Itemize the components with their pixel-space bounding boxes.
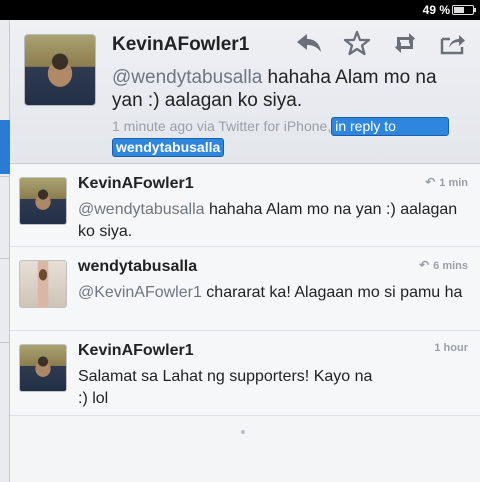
tweet-time-text: 6 mins — [433, 260, 468, 272]
retweet-icon[interactable] — [390, 28, 420, 58]
row-divider — [0, 342, 10, 343]
tweet-username[interactable]: KevinAFowler1 — [78, 175, 194, 193]
reply-icon[interactable] — [294, 28, 324, 58]
tweet-time-text: 1 hour — [434, 342, 468, 354]
favorite-icon[interactable] — [342, 28, 372, 58]
detail-via: via — [196, 118, 215, 134]
tweet-body: Salamat sa Lahat ng supporters! Kayo na … — [78, 368, 373, 407]
detail-mention[interactable]: @wendytabusalla — [112, 67, 262, 88]
avatar[interactable] — [19, 177, 67, 225]
tweet-body: chararat ka! Alagaan mo si pamu ha — [201, 284, 463, 301]
row-divider — [0, 176, 10, 177]
in-reply-to-user[interactable]: wendytabusalla — [112, 138, 225, 157]
list-item[interactable]: KevinAFowler1 1 hour Salamat sa Lahat ng… — [10, 332, 480, 416]
list-item[interactable]: wendytabusalla ↶ 6 mins @KevinAFowler1 ch… — [10, 248, 480, 331]
tweet-username[interactable]: wendytabusalla — [78, 258, 197, 276]
tweet-time: 1 hour — [434, 342, 468, 354]
page-indicator — [241, 430, 245, 434]
background-pane-edge[interactable] — [0, 20, 10, 482]
avatar[interactable] — [19, 344, 67, 392]
tweet-username[interactable]: KevinAFowler1 — [78, 342, 194, 360]
tweet-mention[interactable]: @wendytabusalla — [78, 201, 205, 218]
selected-row-edge — [0, 120, 10, 174]
tweet-text: @wendytabusalla hahaha Alam mo na yan :)… — [78, 199, 468, 243]
reply-indicator-icon: ↶ — [419, 258, 430, 272]
tweet-mention[interactable]: @KevinAFowler1 — [78, 284, 202, 301]
tweet-text: @KevinAFowler1 chararat ka! Alagaan mo s… — [78, 282, 468, 304]
detail-client[interactable]: Twitter for iPhone, — [218, 118, 331, 134]
reply-indicator-icon: ↶ — [425, 175, 436, 189]
in-reply-to-label[interactable]: in reply to — [331, 117, 450, 136]
avatar[interactable] — [19, 260, 67, 308]
tweet-time: ↶ 1 min — [425, 175, 468, 189]
row-divider — [0, 258, 10, 259]
conversation-panel: KevinAFowler1 @wendytabusalla hahaha Ala… — [10, 20, 480, 482]
detail-username[interactable]: KevinAFowler1 — [112, 34, 249, 56]
share-icon[interactable] — [438, 28, 468, 58]
status-bar: 49 % — [0, 0, 480, 20]
detail-tweet-text: @wendytabusalla hahaha Alam mo na yan :)… — [112, 66, 472, 112]
tweet-detail: KevinAFowler1 @wendytabusalla hahaha Ala… — [10, 20, 480, 164]
tweet-time: ↶ 6 mins — [419, 258, 468, 272]
detail-meta: 1 minute ago via Twitter for iPhone, in r… — [112, 116, 472, 157]
battery-percentage: 49 % — [422, 3, 450, 17]
battery-level — [454, 7, 464, 13]
detail-time: 1 minute ago — [112, 118, 193, 134]
tweet-text: Salamat sa Lahat ng supporters! Kayo na … — [78, 366, 378, 410]
tweet-actions — [292, 28, 472, 58]
avatar[interactable] — [24, 34, 96, 106]
tweet-time-text: 1 min — [439, 177, 468, 189]
list-item[interactable]: KevinAFowler1 ↶ 1 min @wendytabusalla hah… — [10, 165, 480, 247]
battery-icon — [452, 5, 476, 15]
